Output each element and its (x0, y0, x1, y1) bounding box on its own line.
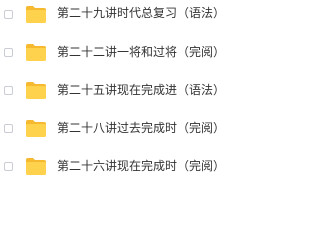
file-name[interactable]: 第二十六讲现在完成时（完阅） (57, 158, 225, 174)
folder-icon (26, 82, 46, 99)
file-row[interactable]: 第二十五讲现在完成进（语法） (0, 74, 269, 111)
file-row[interactable]: 第二十二讲一将和过将（完阅） (0, 36, 269, 73)
row-checkbox[interactable] (4, 162, 13, 171)
folder-icon (26, 120, 46, 137)
file-row[interactable]: 第二十六讲现在完成时（完阅） (0, 150, 269, 187)
folder-icon (26, 158, 46, 175)
row-checkbox[interactable] (4, 48, 13, 57)
file-row[interactable]: 第二十八讲过去完成时（完阅） (0, 112, 269, 149)
file-name[interactable]: 第二十五讲现在完成进（语法） (57, 82, 225, 98)
row-checkbox[interactable] (4, 10, 13, 19)
folder-icon (26, 44, 46, 61)
file-list: 第二十九讲时代总复习（语法） 第二十二讲一将和过将（完阅） 第二十五讲现在完成进… (0, 0, 269, 188)
file-name[interactable]: 第二十八讲过去完成时（完阅） (57, 120, 225, 136)
row-checkbox[interactable] (4, 86, 13, 95)
file-name[interactable]: 第二十二讲一将和过将（完阅） (57, 44, 225, 60)
file-row[interactable]: 第二十九讲时代总复习（语法） (0, 0, 269, 35)
file-name[interactable]: 第二十九讲时代总复习（语法） (57, 5, 225, 21)
folder-icon (26, 6, 46, 23)
row-checkbox[interactable] (4, 124, 13, 133)
